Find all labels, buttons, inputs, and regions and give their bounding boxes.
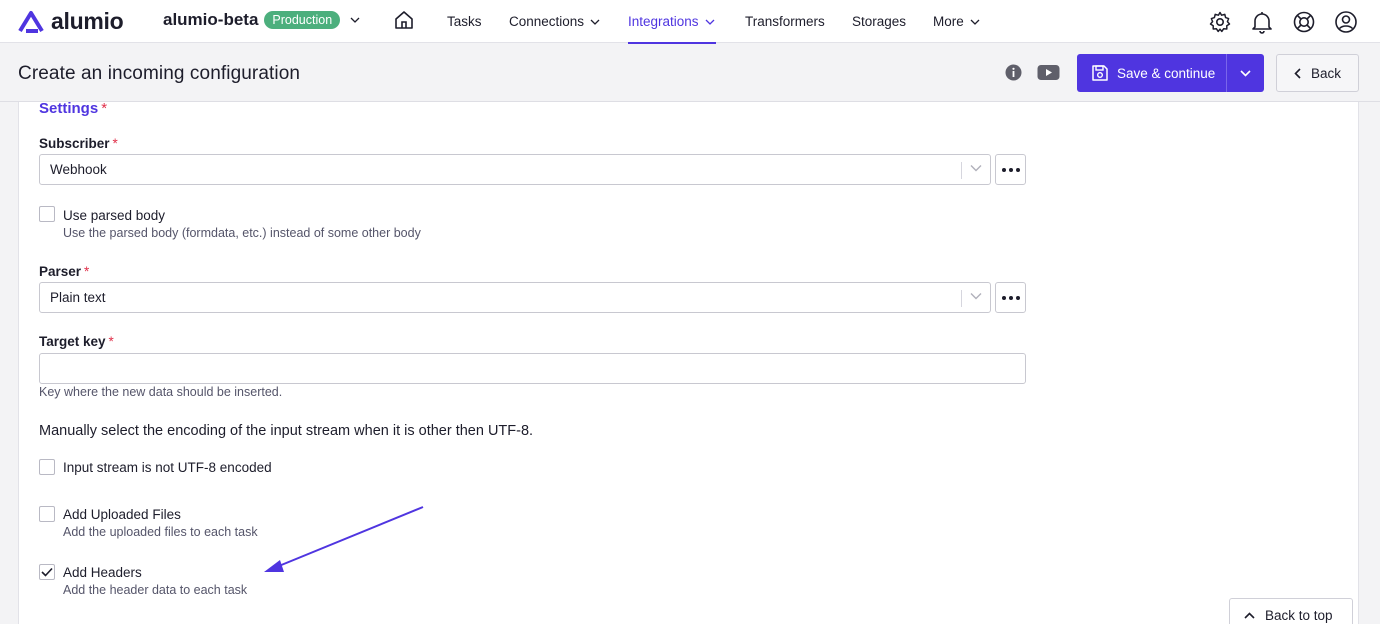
required-marker: * xyxy=(108,334,114,349)
chevron-down-icon xyxy=(970,19,980,25)
video-tutorial-icon[interactable] xyxy=(1037,64,1060,81)
parser-label-text: Parser xyxy=(39,264,82,279)
parser-options-button[interactable] xyxy=(995,282,1026,313)
select-separator xyxy=(961,162,962,179)
workspace-switcher[interactable]: alumio-beta Production xyxy=(163,10,360,30)
nav-transformers[interactable]: Transformers xyxy=(745,0,825,43)
add-headers-checkbox[interactable] xyxy=(39,564,55,580)
user-icon[interactable] xyxy=(1332,8,1359,35)
back-button[interactable]: Back xyxy=(1276,54,1359,92)
nav-connections-label: Connections xyxy=(509,14,585,29)
dot-icon xyxy=(1015,167,1020,172)
not-utf8-label: Input stream is not UTF-8 encoded xyxy=(63,460,272,475)
subscriber-value: Webhook xyxy=(50,162,107,177)
gear-icon[interactable] xyxy=(1206,8,1233,35)
parser-select[interactable]: Plain text xyxy=(39,282,991,313)
not-utf8-checkbox[interactable] xyxy=(39,459,55,475)
back-to-top-label: Back to top xyxy=(1265,607,1333,623)
dot-icon xyxy=(1001,295,1006,300)
nav-integrations-label: Integrations xyxy=(628,14,699,29)
use-parsed-body-description: Use the parsed body (formdata, etc.) ins… xyxy=(63,226,421,240)
nav-more-label: More xyxy=(933,14,964,29)
target-key-label: Target key * xyxy=(39,334,114,349)
back-label: Back xyxy=(1310,65,1341,81)
home-icon[interactable] xyxy=(393,9,415,31)
settings-section-title: Settings * xyxy=(39,100,107,117)
save-continue-label: Save & continue xyxy=(1117,65,1216,81)
top-icon-group xyxy=(1206,8,1359,35)
settings-panel: Settings * Subscriber * Webhook Use parsed… xyxy=(18,100,1359,624)
nav-more[interactable]: More xyxy=(933,0,980,43)
nav-storages[interactable]: Storages xyxy=(852,0,906,43)
nav-tasks-label: Tasks xyxy=(447,14,482,29)
info-icon[interactable] xyxy=(1005,64,1022,81)
floppy-disk-icon xyxy=(1092,65,1108,81)
nav-connections[interactable]: Connections xyxy=(509,0,600,43)
nav-integrations[interactable]: Integrations xyxy=(628,0,716,44)
use-parsed-body-label: Use parsed body xyxy=(63,208,166,223)
workspace-name: alumio-beta xyxy=(163,10,259,29)
logo-text: alumio xyxy=(51,8,124,34)
nav-storages-label: Storages xyxy=(852,14,907,29)
add-uploaded-files-label: Add Uploaded Files xyxy=(63,507,181,522)
add-headers-label: Add Headers xyxy=(63,565,142,580)
save-continue-button-group: Save & continue xyxy=(1077,54,1264,92)
subscriber-select[interactable]: Webhook xyxy=(39,154,991,185)
checkmark-icon xyxy=(41,567,53,577)
chevron-down-icon xyxy=(970,293,982,300)
required-marker: * xyxy=(84,264,90,279)
parser-value: Plain text xyxy=(50,290,106,305)
dot-icon xyxy=(1008,167,1013,172)
page-title: Create an incoming configuration xyxy=(18,63,301,84)
chevron-down-icon xyxy=(350,17,360,23)
required-marker: * xyxy=(112,136,118,151)
settings-title-text: Settings xyxy=(39,100,99,117)
chevron-down-icon xyxy=(970,165,982,172)
chevron-down-icon xyxy=(705,19,715,25)
parser-label: Parser * xyxy=(39,264,89,279)
dot-icon xyxy=(1001,167,1006,172)
nav-tasks[interactable]: Tasks xyxy=(447,0,482,43)
add-headers-description: Add the header data to each task xyxy=(63,583,248,597)
page-header: Create an incoming configuration Save & … xyxy=(0,44,1380,102)
nav-transformers-label: Transformers xyxy=(745,14,825,29)
chevron-down-icon xyxy=(1239,69,1251,77)
environment-badge: Production xyxy=(264,11,341,29)
subscriber-label-text: Subscriber xyxy=(39,136,110,151)
target-key-label-text: Target key xyxy=(39,334,106,349)
encoding-note: Manually select the encoding of the inpu… xyxy=(39,423,534,439)
save-options-dropdown[interactable] xyxy=(1227,54,1263,92)
target-key-input[interactable] xyxy=(39,353,1026,384)
dot-icon xyxy=(1008,295,1013,300)
subscriber-label: Subscriber * xyxy=(39,136,118,151)
select-separator xyxy=(961,290,962,307)
use-parsed-body-checkbox[interactable] xyxy=(39,206,55,222)
add-uploaded-files-checkbox[interactable] xyxy=(39,506,55,522)
bell-icon[interactable] xyxy=(1248,8,1275,35)
chevron-up-icon xyxy=(1244,611,1255,619)
top-navigation: alumio alumio-beta Production Tasks Conn… xyxy=(0,0,1380,44)
logo-icon xyxy=(18,10,44,33)
target-key-help: Key where the new data should be inserte… xyxy=(39,385,283,399)
back-to-top-button[interactable]: Back to top xyxy=(1229,598,1353,624)
save-continue-button[interactable]: Save & continue xyxy=(1077,54,1227,92)
add-uploaded-files-description: Add the uploaded files to each task xyxy=(63,525,258,539)
subscriber-options-button[interactable] xyxy=(995,154,1026,185)
chevron-down-icon xyxy=(590,19,600,25)
dot-icon xyxy=(1015,295,1020,300)
required-marker: * xyxy=(101,100,108,117)
chevron-left-icon xyxy=(1294,67,1301,79)
support-icon[interactable] xyxy=(1290,8,1317,35)
alumio-logo[interactable]: alumio xyxy=(18,8,124,35)
